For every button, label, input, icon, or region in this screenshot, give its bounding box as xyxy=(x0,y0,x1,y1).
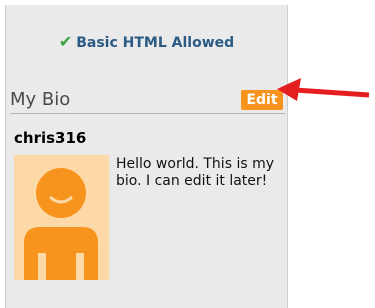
divider xyxy=(10,113,285,114)
basic-html-label: Basic HTML Allowed xyxy=(76,35,235,51)
avatar xyxy=(14,155,109,280)
profile-panel: ✔ Basic HTML Allowed My Bio Edit chris316… xyxy=(5,5,288,308)
username: chris316 xyxy=(14,129,87,147)
section-title: My Bio xyxy=(10,89,71,110)
bio-text: Hello world. This is my bio. I can edit … xyxy=(116,156,274,189)
basic-html-note: ✔ Basic HTML Allowed xyxy=(6,32,287,51)
default-avatar-icon xyxy=(24,168,98,280)
check-icon: ✔ xyxy=(58,32,73,51)
red-arrow-annotation xyxy=(277,78,370,101)
